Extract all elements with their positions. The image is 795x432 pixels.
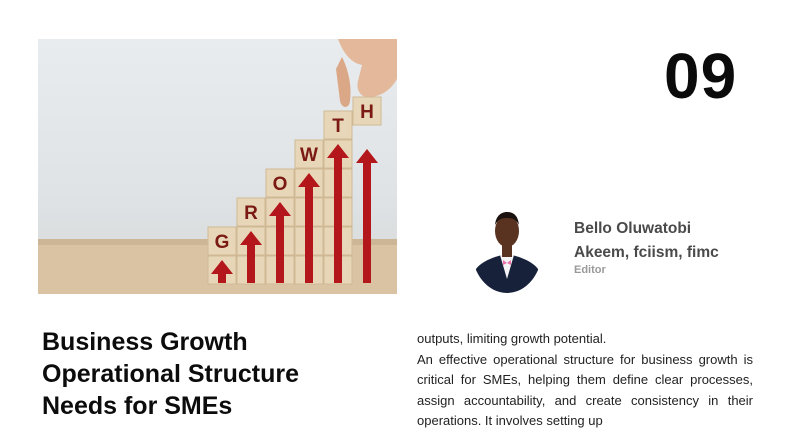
page-number: 09 <box>664 40 738 112</box>
growth-arrow-head <box>356 149 378 163</box>
author-name-line-2: Akeem, fciism, fimc <box>574 244 719 261</box>
block-letter: R <box>244 203 258 224</box>
growth-arrow-shaft <box>363 161 371 283</box>
block-letter: O <box>273 174 288 195</box>
growth-blocks-illustration: GROWTH <box>38 39 397 294</box>
author-name: Bello Oluwatobi Akeem, fciism, fimc <box>574 217 774 265</box>
growth-arrow-shaft <box>247 243 255 283</box>
article-headline: Business Growth Operational Structure Ne… <box>42 328 299 420</box>
growth-arrow-shaft <box>334 156 342 283</box>
article-body: outputs, limiting growth potential. An e… <box>417 329 753 432</box>
block-letter: H <box>360 102 374 123</box>
block-letter: G <box>215 232 230 253</box>
author-avatar <box>472 207 542 293</box>
author-name-line-1: Bello Oluwatobi <box>574 220 692 237</box>
block-letter: T <box>332 116 344 137</box>
article-paragraph-2: An effective operational structure for b… <box>417 351 753 429</box>
article-paragraph-1: outputs, limiting growth potential. <box>417 331 607 346</box>
author-role: Editor <box>574 264 606 276</box>
hero-image: GROWTH <box>38 39 397 294</box>
block-letter: W <box>300 145 318 166</box>
growth-arrow-shaft <box>276 214 284 283</box>
growth-arrow-shaft <box>305 185 313 283</box>
